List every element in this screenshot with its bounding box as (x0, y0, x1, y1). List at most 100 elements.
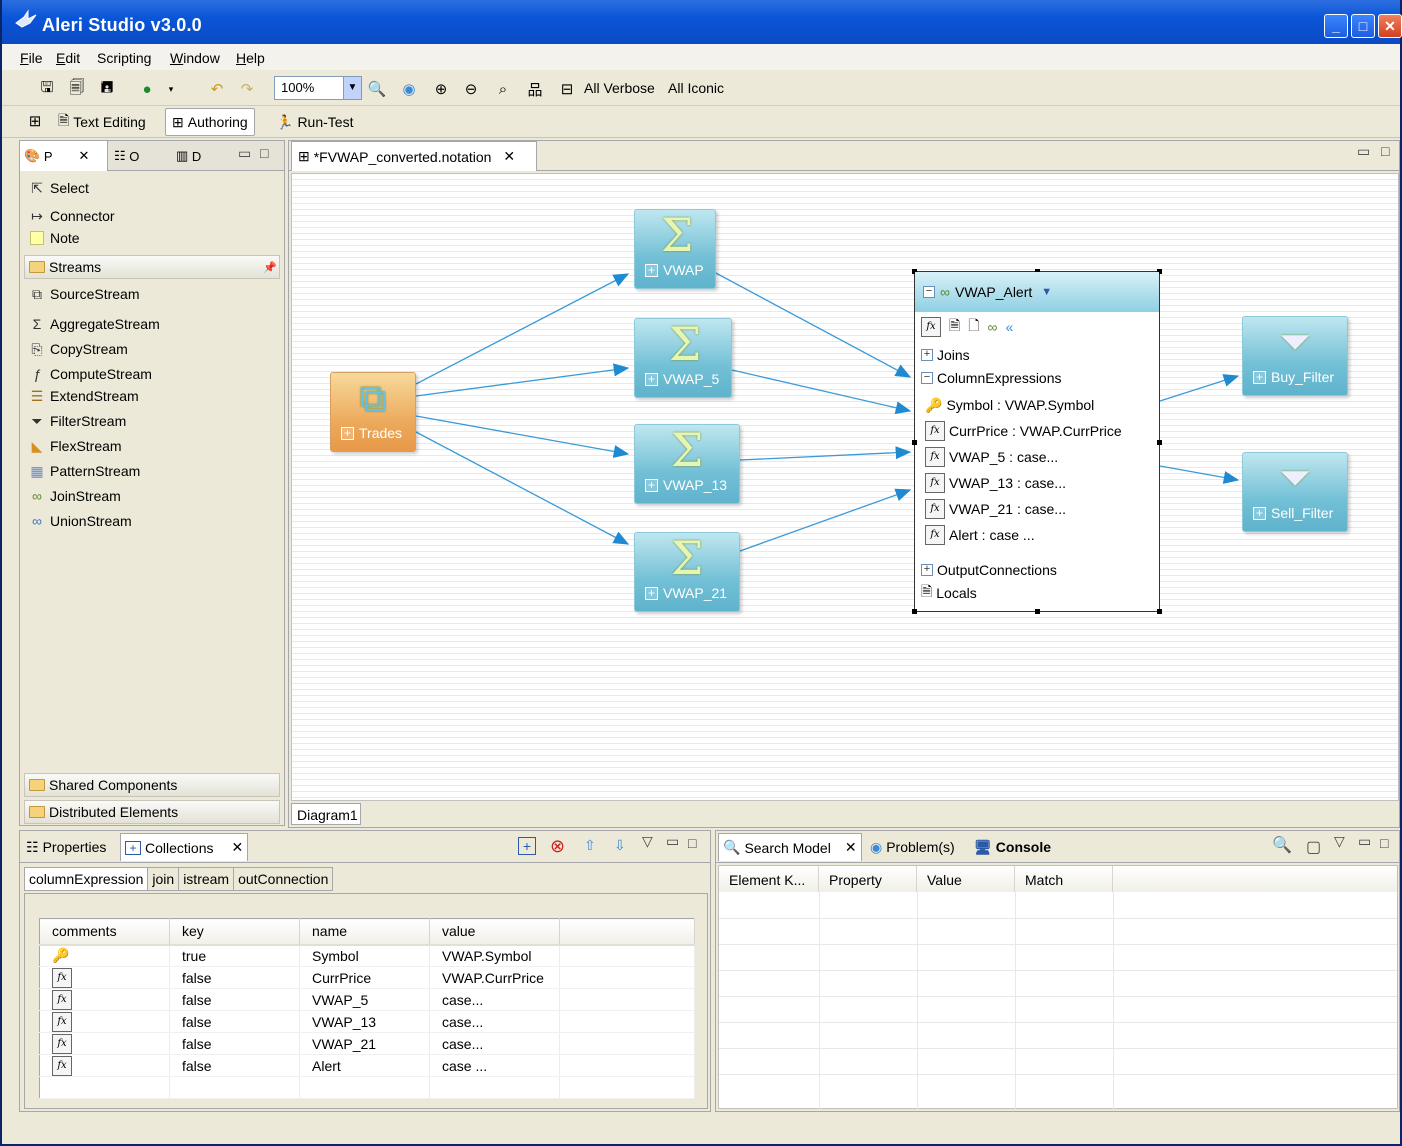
tab-console[interactable]: 🖥 Console (970, 833, 1055, 861)
resize-handle[interactable] (1157, 609, 1162, 614)
expr-item[interactable]: fx VWAP_13 : case... (925, 472, 1066, 494)
save-all-icon[interactable]: 🗐 (66, 78, 88, 100)
section-locals[interactable]: 🗎 Locals (921, 582, 977, 604)
move-down-icon[interactable]: ⇩ (614, 837, 626, 854)
menu-help[interactable]: Help (236, 50, 265, 66)
node-vwap13[interactable]: Σ + VWAP_13 (634, 424, 740, 504)
expand-icon[interactable]: + (921, 349, 933, 361)
table-row[interactable]: fx false Alert case ... (39, 1054, 695, 1077)
expr-item[interactable]: fx Alert : case ... (925, 524, 1035, 546)
zoom-out-icon[interactable]: ⊖ (460, 78, 482, 100)
save-as-icon[interactable]: 🖪 (96, 78, 118, 100)
expr-item[interactable]: 🔑 Symbol : VWAP.Symbol (925, 394, 1094, 416)
minimize-view-icon[interactable]: ▭ (1357, 143, 1370, 160)
expand-icon[interactable]: + (1253, 506, 1266, 520)
open-perspective-icon[interactable]: ⊞ (24, 110, 46, 132)
node-vwap[interactable]: Σ + VWAP (634, 209, 716, 289)
maximize-button[interactable]: □ (1351, 14, 1375, 38)
minimize-view-icon[interactable]: ▭ (666, 833, 679, 850)
table-row[interactable]: fx false VWAP_13 case... (39, 1010, 695, 1033)
run-icon[interactable]: ● (136, 78, 158, 100)
maximize-view-icon[interactable]: □ (1381, 143, 1389, 159)
stream-join[interactable]: ∞ JoinStream (28, 485, 121, 507)
layout-horizontal-icon[interactable]: ⊟ (556, 78, 578, 100)
layout-tree-icon[interactable]: 品 (524, 78, 546, 100)
stream-compute[interactable]: ƒ ComputeStream (28, 363, 152, 385)
pin-icon[interactable]: 📌 (263, 261, 277, 274)
stream-pattern[interactable]: ▦ PatternStream (28, 460, 140, 482)
column-header-value[interactable]: value (429, 918, 560, 946)
column-header-comments[interactable]: comments (39, 918, 170, 946)
view-menu-icon[interactable]: ▽ (642, 833, 653, 850)
delete-row-icon[interactable]: ⊗ (550, 836, 565, 857)
tab-outline[interactable]: ☷ O (110, 141, 143, 171)
redo-icon[interactable]: ↷ (236, 78, 258, 100)
stream-aggregate[interactable]: Σ AggregateStream (28, 313, 160, 335)
stream-flex[interactable]: ◣ FlexStream (28, 435, 122, 457)
expand-icon[interactable]: + (341, 426, 354, 440)
tool-note[interactable]: Note (28, 227, 80, 249)
menu-file[interactable]: File (20, 50, 43, 66)
expand-icon[interactable]: + (645, 263, 658, 277)
all-iconic-button[interactable]: All Iconic (668, 80, 724, 96)
section-column-expressions[interactable]: − ColumnExpressions (921, 367, 1062, 389)
node-vwap21[interactable]: Σ + VWAP_21 (634, 532, 740, 612)
document-icon[interactable]: 🗋 (968, 315, 979, 339)
expand-icon[interactable]: + (645, 372, 658, 386)
cell-value[interactable]: case... (429, 1032, 560, 1055)
expr-item[interactable]: fx CurrPrice : VWAP.CurrPrice (925, 420, 1122, 442)
view-menu-icon[interactable]: ▽ (1334, 833, 1345, 850)
resize-handle[interactable] (1157, 440, 1162, 445)
column-header-element-kind[interactable]: Element K... (719, 866, 819, 892)
expand-icon[interactable]: + (645, 478, 658, 492)
stream-extend[interactable]: ☰ ExtendStream (28, 385, 139, 407)
table-row[interactable]: fx false VWAP_5 case... (39, 988, 695, 1011)
node-trades[interactable]: ⧉ + Trades (330, 372, 416, 452)
expr-item[interactable]: fx VWAP_5 : case... (925, 446, 1058, 468)
search-icon[interactable]: 🔍 (1272, 835, 1292, 855)
cell-key[interactable]: false (169, 966, 300, 989)
zoom-select[interactable]: 100% ▼ (274, 76, 362, 100)
column-header-value[interactable]: Value (917, 866, 1015, 892)
stream-union[interactable]: ∞ UnionStream (28, 510, 132, 532)
chevron-down-icon[interactable]: ▼ (1041, 286, 1052, 298)
menu-window[interactable]: Window (170, 50, 220, 66)
menu-edit[interactable]: Edit (56, 50, 80, 66)
search-icon[interactable]: 🔍 (366, 78, 388, 100)
cell-key[interactable]: false (169, 1054, 300, 1077)
globe-icon[interactable]: ◉ (398, 78, 420, 100)
run-dropdown-icon[interactable]: ▾ (160, 78, 182, 100)
close-icon[interactable]: ✕ (231, 839, 243, 856)
cell-key[interactable]: false (169, 1032, 300, 1055)
cell-name[interactable]: Alert (299, 1054, 430, 1077)
collapse-icon[interactable]: − (923, 286, 935, 298)
expand-icon[interactable]: + (1253, 370, 1266, 384)
resize-handle[interactable] (912, 440, 917, 445)
column-header-property[interactable]: Property (819, 866, 917, 892)
tab-diagram1[interactable]: Diagram1 (291, 803, 361, 825)
section-joins[interactable]: + Joins (921, 344, 970, 366)
cell-value[interactable]: case... (429, 1010, 560, 1033)
tab-d[interactable]: ▥ D (172, 141, 205, 171)
cell-key[interactable]: false (169, 1010, 300, 1033)
diagram-canvas[interactable]: ⧉ + Trades Σ + VWAP Σ + VWAP_5 Σ + VWAP_13 Σ… (291, 173, 1399, 801)
undo-icon[interactable]: ↶ (206, 78, 228, 100)
all-verbose-button[interactable]: All Verbose (584, 80, 655, 96)
section-output-connections[interactable]: + OutputConnections (921, 559, 1057, 581)
table-row[interactable]: fx false VWAP_21 case... (39, 1032, 695, 1055)
column-header-key[interactable]: key (169, 918, 300, 946)
cell-name[interactable]: Symbol (299, 944, 430, 967)
minimize-view-icon[interactable]: ▭ (238, 145, 251, 162)
double-chevron-left-icon[interactable]: « (1006, 319, 1014, 335)
square-icon[interactable]: ▢ (1306, 837, 1321, 857)
tool-select[interactable]: ⇱ Select (28, 177, 89, 199)
maximize-view-icon[interactable]: □ (1380, 835, 1388, 851)
minimize-view-icon[interactable]: ▭ (1358, 833, 1371, 850)
cell-name[interactable]: CurrPrice (299, 966, 430, 989)
cell-value[interactable]: case... (429, 988, 560, 1011)
expr-item[interactable]: fx VWAP_21 : case... (925, 498, 1066, 520)
resize-handle[interactable] (912, 609, 917, 614)
add-row-icon[interactable]: + (518, 837, 536, 855)
cell-value[interactable]: VWAP.Symbol (429, 944, 560, 967)
document-icon[interactable]: 🗎 (949, 315, 960, 339)
